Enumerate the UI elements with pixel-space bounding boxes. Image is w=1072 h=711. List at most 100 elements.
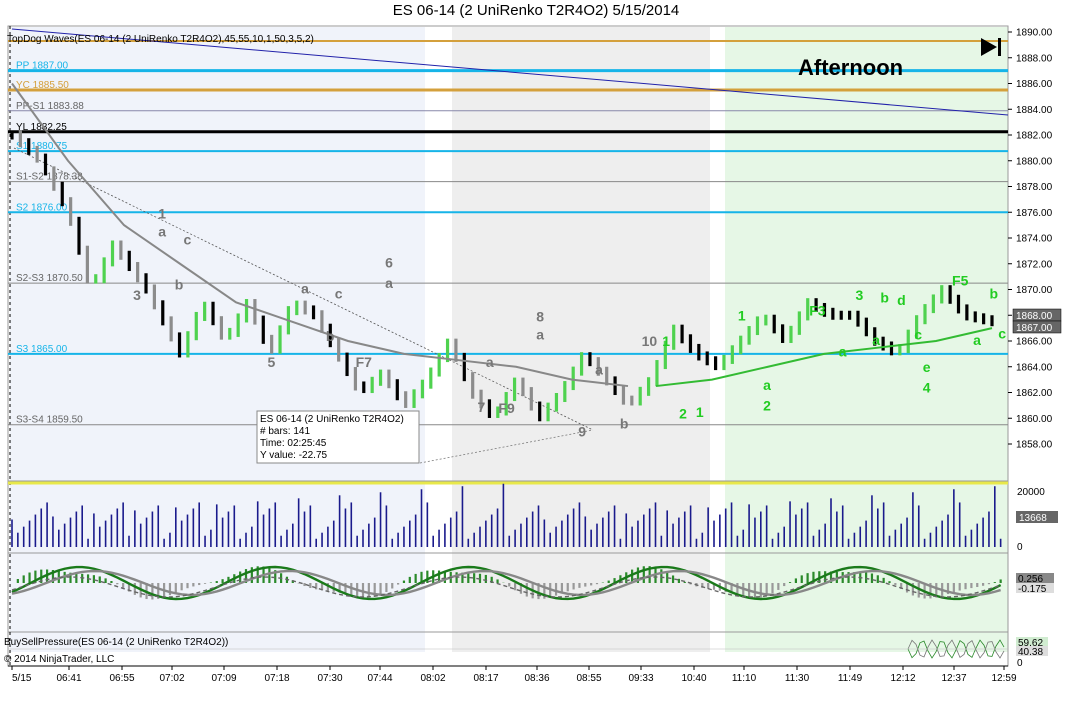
renko-bar	[395, 379, 399, 401]
renko-bar	[60, 181, 64, 207]
renko-bar	[420, 379, 425, 399]
renko-bar	[244, 299, 249, 323]
chart-canvas[interactable]: PP 1887.00YC 1885.50PP-S1 1883.88YL 1882…	[0, 0, 1072, 711]
pressure-indicator-label: BuySellPressure(ES 06-14 (2 UniRenko T2R…	[4, 637, 228, 648]
renko-bar	[923, 304, 927, 325]
x-tick-label: 08:55	[576, 673, 601, 684]
renko-bar	[588, 352, 592, 367]
level-label: YC 1885.50	[16, 80, 69, 91]
y-tick-label: 1890.00	[1016, 28, 1053, 39]
wave-label: a	[385, 275, 393, 291]
renko-bar	[529, 387, 533, 411]
wave-label: F9	[498, 400, 515, 416]
renko-bar	[747, 326, 751, 345]
x-tick-label: 11:30	[785, 673, 810, 684]
renko-bar	[512, 377, 517, 402]
y-tick-label: 1884.00	[1016, 105, 1053, 116]
wave-label: a	[536, 327, 544, 343]
wave-label: b	[326, 328, 335, 344]
wave-label: b	[620, 416, 629, 432]
x-tick-label: 5/15	[12, 673, 32, 684]
renko-bar	[982, 313, 986, 325]
renko-bar	[253, 299, 257, 325]
renko-bar	[713, 356, 718, 371]
renko-bar	[764, 314, 768, 326]
renko-bar	[378, 369, 383, 386]
wave-label: c	[998, 325, 1006, 341]
x-tick-label: 10:40	[681, 673, 706, 684]
wave-label: 3	[856, 287, 864, 303]
renko-bar	[538, 401, 542, 422]
wave-label: a	[486, 354, 494, 370]
renko-bar	[194, 311, 198, 341]
renko-bar	[563, 381, 567, 403]
renko-bar	[94, 274, 98, 284]
x-tick-label: 12:37	[941, 673, 966, 684]
renko-bar	[236, 313, 240, 337]
renko-bar	[839, 310, 843, 320]
x-tick-label: 07:02	[159, 673, 184, 684]
renko-bar	[136, 262, 140, 283]
renko-bar	[739, 335, 743, 355]
x-tick-label: 11:10	[732, 673, 757, 684]
wave-label: 6	[385, 255, 393, 271]
level-label: S2 1876.00	[16, 202, 68, 213]
info-box-line4: Y value: -22.75	[260, 450, 328, 461]
price-tag-label: 1867.00	[1016, 323, 1053, 334]
renko-bar	[186, 331, 190, 358]
renko-bar	[69, 197, 73, 226]
renko-bar	[755, 316, 760, 336]
y-tick-label: 1888.00	[1016, 53, 1053, 64]
renko-bar	[161, 300, 165, 326]
x-tick-label: 06:41	[56, 673, 81, 684]
renko-bar	[990, 315, 994, 327]
morning-background	[10, 27, 425, 652]
y-tick-label: 1860.00	[1016, 414, 1053, 425]
y-tick-label: 1876.00	[1016, 208, 1053, 219]
renko-bar	[337, 338, 341, 362]
renko-bar	[228, 327, 232, 340]
renko-bar	[353, 367, 358, 391]
renko-bar	[621, 386, 626, 405]
renko-bar	[119, 240, 123, 260]
renko-bar	[110, 240, 115, 267]
renko-bar	[705, 351, 709, 366]
wave-label: a	[595, 361, 603, 377]
volume-tick-label: 0	[1017, 542, 1023, 553]
y-tick-label: 1886.00	[1016, 79, 1053, 90]
renko-bar	[780, 324, 785, 343]
renko-bar	[219, 316, 224, 340]
wave-label: 2	[679, 405, 687, 421]
renko-bar	[362, 381, 366, 394]
price-tag-label: 1868.00	[1016, 311, 1053, 322]
y-tick-label: 1872.00	[1016, 259, 1053, 270]
x-tick-label: 07:30	[317, 673, 342, 684]
y-tick-label: 1862.00	[1016, 388, 1053, 399]
level-label: S2-S3 1870.50	[16, 273, 83, 284]
wave-label: c	[914, 327, 922, 343]
wave-label: a	[839, 343, 847, 359]
renko-bar	[370, 376, 374, 394]
renko-bar	[638, 386, 642, 406]
wave-label: 5	[268, 354, 276, 370]
renko-bar	[52, 166, 56, 191]
level-label: S3 1865.00	[16, 344, 68, 355]
renko-bar	[203, 301, 207, 321]
session-backgrounds	[10, 27, 1008, 652]
x-tick-label: 08:36	[524, 673, 549, 684]
wave-label: a	[763, 377, 771, 393]
wave-label: b	[990, 286, 999, 302]
renko-bar	[630, 395, 634, 406]
renko-bar	[278, 325, 282, 354]
renko-bar	[546, 402, 550, 422]
wave-label: F3	[809, 302, 826, 318]
renko-bar	[471, 372, 475, 399]
afternoon-background	[725, 27, 1008, 652]
y-tick-label: 1858.00	[1016, 440, 1053, 451]
x-tick-label: 08:02	[420, 673, 445, 684]
renko-bar	[672, 324, 676, 350]
renko-bar	[10, 130, 14, 140]
renko-bar	[429, 367, 433, 389]
info-box: ES 06-14 (2 UniRenko T2R4O2) # bars: 141…	[256, 410, 420, 464]
renko-bar	[655, 360, 659, 387]
